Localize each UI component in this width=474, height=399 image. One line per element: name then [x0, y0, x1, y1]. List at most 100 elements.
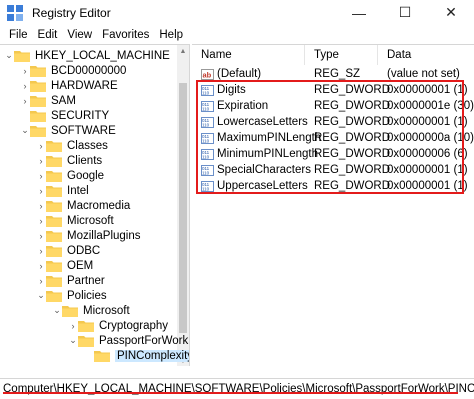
tree-item[interactable]: › Intel	[36, 183, 89, 198]
tree-item-label: PassportForWork	[99, 334, 189, 347]
folder-icon	[46, 140, 62, 152]
tree-item-label: SECURITY	[51, 109, 110, 122]
folder-icon	[46, 185, 62, 197]
tree-scrollbar[interactable]: ▲ ▼	[177, 45, 189, 366]
tree-item-label: Cryptography	[99, 319, 169, 332]
folder-icon	[46, 290, 62, 302]
folder-icon	[30, 80, 46, 92]
highlight-annotation	[196, 80, 464, 194]
tree-item[interactable]: › Google	[36, 168, 104, 183]
chevron-right-icon[interactable]: ›	[36, 243, 46, 258]
tree-item-label: HKEY_LOCAL_MACHINE	[35, 49, 170, 62]
folder-icon	[46, 200, 62, 212]
maximize-button[interactable]: ☐	[382, 0, 428, 25]
chevron-down-icon[interactable]: ⌄	[68, 333, 78, 348]
tree-item-label: Microsoft	[67, 214, 114, 227]
tree-item-label: Microsoft	[83, 304, 130, 317]
column-header-name[interactable]: Name	[192, 45, 305, 65]
tree-item-label: ODBC	[67, 244, 101, 257]
tree-item-label: Partner	[67, 274, 105, 287]
chevron-right-icon[interactable]: ›	[36, 228, 46, 243]
tree-item[interactable]: › Clients	[36, 153, 102, 168]
tree-item[interactable]: › ODBC	[36, 243, 100, 258]
chevron-right-icon[interactable]: ›	[20, 63, 30, 78]
tree-item-label: Intel	[67, 184, 89, 197]
tree-item[interactable]: PINComplexity	[84, 348, 189, 363]
menu-bar: File Edit View Favorites Help	[0, 25, 474, 44]
folder-icon	[78, 335, 94, 347]
tree-item[interactable]: › Partner	[36, 273, 105, 288]
folder-icon	[14, 50, 30, 62]
folder-icon	[46, 245, 62, 257]
tree-item[interactable]: SECURITY	[20, 108, 109, 123]
tree-item[interactable]: › MozillaPlugins	[36, 228, 141, 243]
tree-item[interactable]: ⌄ Policies	[36, 288, 107, 303]
chevron-right-icon[interactable]: ›	[20, 78, 30, 93]
close-button[interactable]: ✕	[428, 0, 474, 25]
chevron-right-icon[interactable]: ›	[36, 198, 46, 213]
menu-favorites[interactable]: Favorites	[97, 29, 154, 41]
tree-item[interactable]: ⌄ Microsoft	[52, 303, 130, 318]
tree-item[interactable]: › Cryptography	[68, 318, 168, 333]
folder-icon	[30, 125, 46, 137]
tree-item-label: Google	[67, 169, 105, 182]
scroll-up-icon[interactable]: ▲	[177, 45, 189, 57]
chevron-down-icon[interactable]: ⌄	[52, 303, 62, 318]
chevron-right-icon[interactable]: ›	[36, 153, 46, 168]
chevron-down-icon[interactable]: ⌄	[36, 288, 46, 303]
path-underline-annotation	[3, 392, 458, 394]
folder-icon	[62, 305, 78, 317]
tree-item-label: Classes	[67, 139, 108, 152]
tree-item-label: MozillaPlugins	[67, 229, 141, 242]
tree-item[interactable]: › HARDWARE	[20, 78, 118, 93]
chevron-down-icon[interactable]: ⌄	[4, 48, 14, 63]
svg-text:ab: ab	[203, 70, 212, 79]
title-bar: Registry Editor — ☐ ✕	[0, 0, 474, 25]
tree-item[interactable]: ⌄ HKEY_LOCAL_MACHINE	[4, 48, 170, 63]
menu-view[interactable]: View	[62, 29, 97, 41]
registry-editor-icon	[6, 4, 24, 22]
menu-help[interactable]: Help	[154, 29, 188, 41]
chevron-right-icon[interactable]: ›	[36, 138, 46, 153]
chevron-down-icon[interactable]: ⌄	[20, 123, 30, 138]
tree-item-label: Macromedia	[67, 199, 131, 212]
value-name: (Default)	[217, 68, 262, 80]
minimize-button[interactable]: —	[336, 0, 382, 25]
tree-item[interactable]: › OEM	[36, 258, 93, 273]
folder-icon	[94, 350, 110, 362]
tree-item[interactable]: › BCD00000000	[20, 63, 126, 78]
menu-edit[interactable]: Edit	[33, 29, 63, 41]
scroll-thumb[interactable]	[179, 83, 187, 333]
tree-item[interactable]: › Macromedia	[36, 198, 130, 213]
tree-item-label: PINComplexity	[115, 349, 189, 362]
registry-tree[interactable]: ▲ ▼ ⌄ HKEY_LOCAL_MACHINE › BCD00000000 › HARD…	[0, 44, 190, 366]
window-controls: — ☐ ✕	[336, 0, 474, 25]
tree-item[interactable]: › Classes	[36, 138, 108, 153]
folder-icon	[46, 230, 62, 242]
string-value-icon: ab	[201, 68, 214, 80]
chevron-right-icon[interactable]: ›	[36, 183, 46, 198]
chevron-right-icon[interactable]: ›	[36, 168, 46, 183]
tree-item-label: Clients	[67, 154, 103, 167]
chevron-right-icon[interactable]: ›	[20, 93, 30, 108]
folder-icon	[46, 260, 62, 272]
menu-file[interactable]: File	[4, 29, 33, 41]
chevron-right-icon[interactable]: ›	[68, 318, 78, 333]
tree-item[interactable]: › SAM	[20, 93, 76, 108]
window-title: Registry Editor	[32, 5, 111, 20]
chevron-right-icon[interactable]: ›	[36, 213, 46, 228]
chevron-right-icon[interactable]: ›	[36, 273, 46, 288]
chevron-right-icon[interactable]: ›	[36, 258, 46, 273]
tree-item[interactable]: ⌄ SOFTWARE	[20, 123, 116, 138]
tree-item-label: SAM	[51, 94, 76, 107]
tree-item[interactable]: › Microsoft	[36, 213, 114, 228]
tree-item-label: Policies	[67, 289, 107, 302]
tree-item-label: SOFTWARE	[51, 124, 116, 137]
column-header-type[interactable]: Type	[305, 45, 378, 65]
tree-item[interactable]: ⌄ PassportForWork	[68, 333, 188, 348]
folder-icon	[46, 215, 62, 227]
folder-icon	[30, 95, 46, 107]
column-header-data[interactable]: Data	[378, 45, 474, 65]
